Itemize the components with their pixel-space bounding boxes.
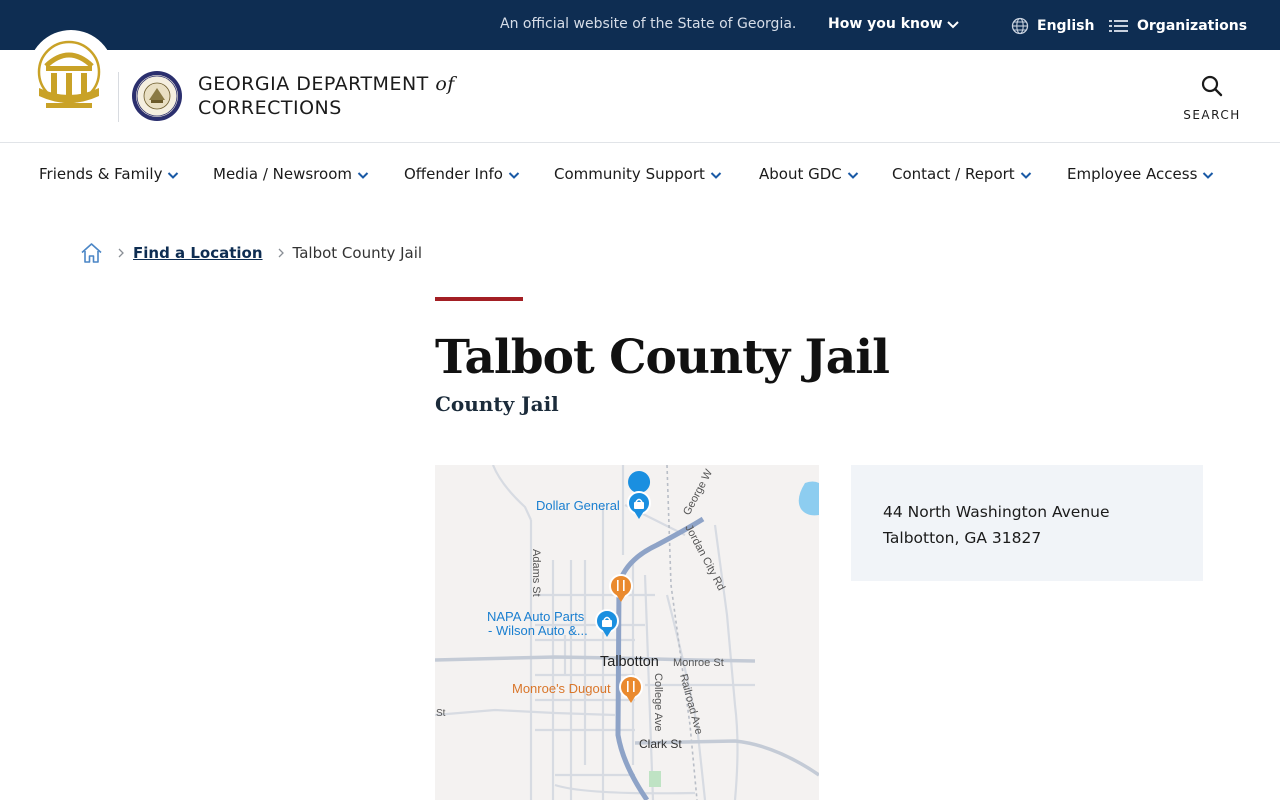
map-canvas[interactable]: Dollar General NAPA Auto Parts - Wilson … (435, 465, 819, 800)
org-name-line1: GEORGIA DEPARTMENT (198, 73, 429, 95)
page-title: Talbot County Jail (435, 330, 890, 385)
main-navigation: Friends & Family Media / Newsroom Offend… (0, 143, 1280, 203)
nav-item-label: Media / Newsroom (213, 165, 352, 183)
map-pin-restaurant[interactable] (609, 574, 633, 602)
nav-item-media-newsroom[interactable]: Media / Newsroom (213, 165, 369, 183)
address-card: 44 North Washington Avenue Talbotton, GA… (851, 465, 1203, 581)
map-water (798, 481, 819, 516)
nav-item-friends-family[interactable]: Friends & Family (39, 165, 179, 183)
map-label-napa-line1[interactable]: NAPA Auto Parts (487, 609, 585, 624)
georgia-seal-icon (37, 40, 101, 108)
search-button[interactable]: SEARCH (1180, 74, 1244, 122)
chevron-down-icon (168, 171, 179, 179)
breadcrumb: Find a Location Talbot County Jail (80, 241, 422, 265)
nav-item-community-support[interactable]: Community Support (554, 165, 722, 183)
search-icon (1201, 75, 1223, 97)
map-label-george-w: George W (681, 467, 715, 517)
nav-item-employee-access[interactable]: Employee Access (1067, 165, 1214, 183)
chevron-down-icon (847, 171, 858, 179)
site-header: GEORGIA DEPARTMENT of CORRECTIONS SEARCH (0, 50, 1280, 143)
chevron-right-icon (118, 248, 124, 258)
chevron-down-icon[interactable] (946, 18, 960, 32)
address-line2: Talbotton, GA 31827 (883, 529, 1042, 547)
map-labels: Dollar General NAPA Auto Parts - Wilson … (436, 467, 727, 751)
organizations-button[interactable]: Organizations (1109, 16, 1247, 36)
nav-item-label: Offender Info (404, 165, 503, 183)
map-label-monroes-dugout[interactable]: Monroe's Dugout (512, 681, 611, 696)
language-selector[interactable]: English (1011, 16, 1094, 36)
chevron-down-icon (508, 171, 520, 179)
how-you-know-button[interactable]: How you know (828, 16, 943, 32)
chevron-down-icon (1020, 171, 1031, 179)
map-label-college-ave: College Ave (652, 673, 664, 732)
map-label-napa-line2[interactable]: - Wilson Auto &... (488, 623, 588, 638)
search-label: SEARCH (1183, 108, 1241, 122)
map-pin-dollar-general[interactable] (627, 471, 651, 519)
map-park (649, 771, 661, 787)
org-name-of: of (435, 73, 455, 95)
nav-item-label: Friends & Family (39, 165, 163, 183)
chevron-down-icon (357, 171, 369, 179)
official-banner: An official website of the State of Geor… (0, 0, 1280, 50)
nav-item-label: About GDC (759, 165, 842, 183)
gdc-seal-icon[interactable] (131, 70, 183, 122)
title-accent-rule (435, 297, 523, 301)
breadcrumb-current: Talbot County Jail (292, 244, 423, 262)
breadcrumb-find-location[interactable]: Find a Location (133, 244, 263, 262)
chevron-down-icon (710, 171, 722, 179)
page-subtitle: County Jail (435, 392, 559, 416)
map-label-st: St (436, 708, 446, 719)
nav-item-contact-report[interactable]: Contact / Report (892, 165, 1032, 183)
header-divider (118, 72, 119, 122)
globe-icon (1011, 17, 1029, 35)
address-line1: 44 North Washington Avenue (883, 503, 1110, 521)
language-label: English (1037, 18, 1095, 34)
organizations-label: Organizations (1137, 18, 1248, 34)
map-label-monroe-st: Monroe St (673, 657, 724, 669)
nav-item-label: Contact / Report (892, 165, 1015, 183)
chevron-right-icon (278, 248, 284, 258)
map-pin-napa[interactable] (595, 609, 619, 637)
home-icon[interactable] (80, 242, 103, 264)
chevron-down-icon (1203, 171, 1214, 179)
map-label-clark-st: Clark St (639, 737, 682, 751)
map-label-adams-st: Adams St (530, 549, 542, 597)
org-name[interactable]: GEORGIA DEPARTMENT of CORRECTIONS (198, 72, 455, 120)
list-icon (1109, 20, 1128, 32)
nav-item-offender-info[interactable]: Offender Info (404, 165, 520, 183)
georgia-seal[interactable] (28, 30, 114, 116)
map-minor-streets (435, 465, 755, 800)
map-label-dollar-general[interactable]: Dollar General (536, 498, 620, 513)
nav-item-label: Community Support (554, 165, 705, 183)
official-website-text: An official website of the State of Geor… (500, 16, 797, 32)
location-map[interactable]: Dollar General NAPA Auto Parts - Wilson … (435, 465, 819, 800)
map-label-railroad-ave: Railroad Ave (677, 673, 705, 736)
nav-item-label: Employee Access (1067, 165, 1198, 183)
org-name-line2: CORRECTIONS (198, 97, 342, 119)
map-label-talbotton: Talbotton (600, 654, 659, 670)
nav-item-about-gdc[interactable]: About GDC (759, 165, 859, 183)
